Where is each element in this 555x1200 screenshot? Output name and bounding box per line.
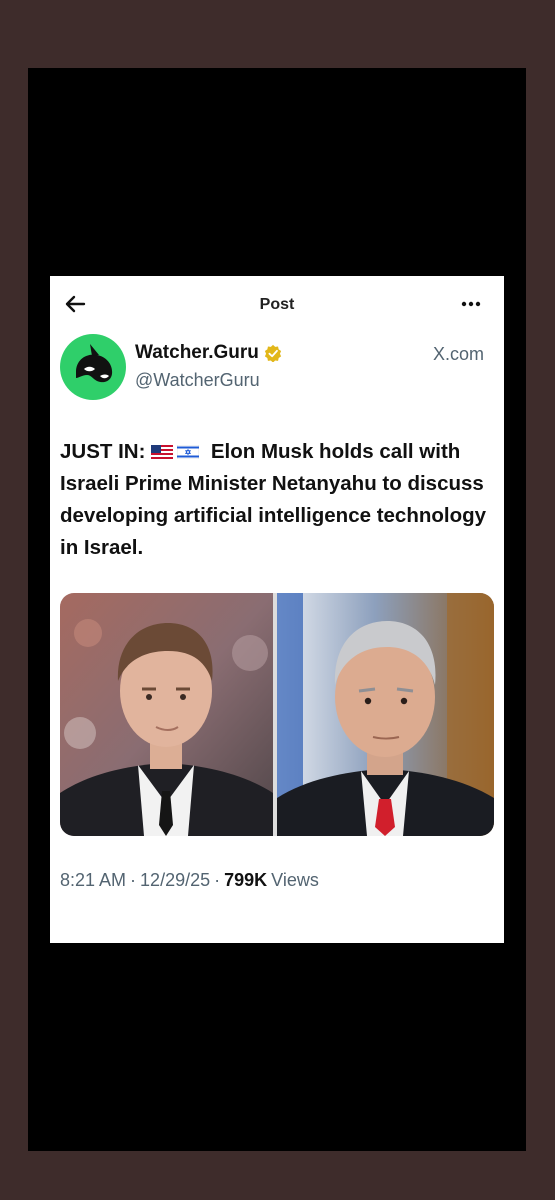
account-handle[interactable]: @WatcherGuru xyxy=(135,370,260,391)
verified-badge-icon xyxy=(264,344,281,362)
page-title: Post xyxy=(259,296,295,313)
more-dots-icon[interactable] xyxy=(460,300,482,308)
post-time: 8:21 AM xyxy=(60,870,127,890)
orca-logo-icon xyxy=(76,344,113,383)
meta-separator: · xyxy=(130,870,137,890)
post-date: 12/29/25 xyxy=(140,870,211,890)
meta-separator: · xyxy=(214,870,221,890)
photo-left xyxy=(60,593,273,836)
name-row: Watcher.Guru xyxy=(135,342,282,364)
views-label[interactable]: Views xyxy=(271,870,319,891)
source-label: X.com xyxy=(432,344,484,364)
photo-right xyxy=(277,593,494,836)
display-name[interactable]: Watcher.Guru xyxy=(135,342,259,364)
views-count[interactable]: 799K xyxy=(224,870,267,891)
media-image[interactable] xyxy=(60,593,494,836)
israel-flag-icon xyxy=(177,445,200,459)
us-flag-icon xyxy=(151,445,174,459)
top-bar: Post xyxy=(50,276,504,332)
post-meta: 8:21 AM · 12/29/25 · 799K Views xyxy=(60,870,319,891)
avatar[interactable] xyxy=(60,334,126,400)
post-prefix: JUST IN: xyxy=(60,440,146,463)
post-card: Post Watcher.Guru @WatcherGuru X.com JUS… xyxy=(50,276,504,943)
phone-screen: Post Watcher.Guru @WatcherGuru X.com JUS… xyxy=(28,68,526,1151)
post-text: JUST IN: Elon Musk holds call with Israe… xyxy=(60,436,500,564)
